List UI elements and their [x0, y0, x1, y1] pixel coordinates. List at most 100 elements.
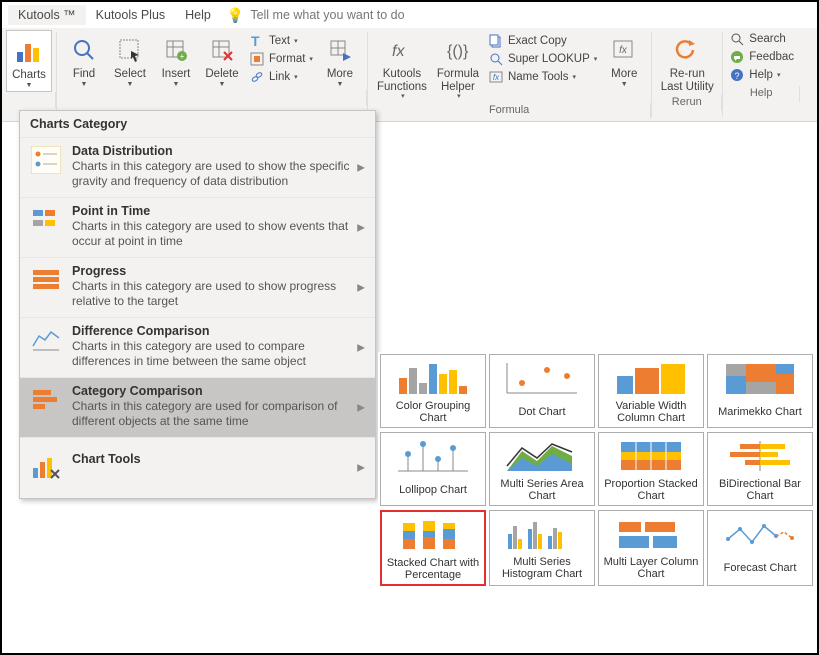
- panel-header: Charts Category: [20, 111, 375, 137]
- thumb-icon: [599, 511, 703, 557]
- exact-copy-label: Exact Copy: [508, 35, 567, 47]
- super-lookup-button[interactable]: Super LOOKUP ▾: [486, 50, 599, 68]
- chevron-right-icon: ▶: [357, 222, 365, 233]
- menu-kutools-plus[interactable]: Kutools Plus: [86, 5, 175, 25]
- progress-icon: [30, 264, 62, 296]
- help-button[interactable]: ?Help ▾: [727, 66, 796, 84]
- format-button[interactable]: Format ▾: [247, 50, 315, 68]
- chart-label: Marimekko Chart: [716, 401, 804, 427]
- group-editing: Find▼ Select▼ + Insert▼ Delete▼ TText ▾ …: [57, 28, 367, 121]
- fx-box-icon: fx: [608, 34, 640, 66]
- group-rerun: Re-run Last Utility Rerun: [652, 28, 722, 121]
- delete-button[interactable]: Delete▼: [199, 30, 245, 90]
- rerun-label: Re-run Last Utility: [661, 68, 714, 93]
- thumb-icon: [490, 433, 594, 479]
- help-label: Help: [749, 69, 773, 81]
- thumb-icon: [708, 511, 812, 557]
- search-icon: [729, 31, 745, 47]
- menu-kutools[interactable]: Kutools ™: [8, 5, 86, 25]
- panel-item-desc: Charts in this category are used to comp…: [72, 339, 365, 369]
- chevron-right-icon: ▶: [357, 402, 365, 413]
- more1-button[interactable]: More▼: [317, 30, 363, 90]
- format-icon: [249, 51, 265, 67]
- svg-text:fx: fx: [392, 43, 405, 60]
- panel-item-title: Category Comparison: [72, 384, 365, 398]
- search-button[interactable]: Search: [727, 30, 796, 48]
- bulb-icon: 💡: [227, 7, 244, 24]
- feedback-button[interactable]: Feedbac: [727, 48, 796, 66]
- panel-item-difference-comparison[interactable]: Difference Comparison Charts in this cat…: [20, 317, 375, 377]
- svg-text:T: T: [251, 33, 260, 49]
- chart-label: Forecast Chart: [722, 557, 799, 583]
- chart-label: Variable Width Column Chart: [599, 401, 703, 427]
- select-button[interactable]: Select▼: [107, 30, 153, 90]
- chart-lollipop[interactable]: Lollipop Chart: [380, 432, 486, 506]
- panel-item-point-in-time[interactable]: Point in Time Charts in this category ar…: [20, 197, 375, 257]
- panel-item-category-comparison[interactable]: Category Comparison Charts in this categ…: [20, 377, 375, 437]
- select-icon: [114, 34, 146, 66]
- panel-item-title: Chart Tools: [72, 452, 365, 466]
- panel-item-chart-tools[interactable]: Chart Tools ▶: [20, 437, 375, 498]
- help-icon: ?: [729, 67, 745, 83]
- svg-text:fx: fx: [619, 45, 628, 56]
- more2-button[interactable]: fx More▼: [601, 30, 647, 90]
- group-formula: fx Kutools Functions ▾ {()} Formula Help…: [368, 28, 651, 121]
- menu-help[interactable]: Help: [175, 5, 221, 25]
- chart-label: Multi Series Histogram Chart: [490, 557, 594, 583]
- chart-stacked-percentage[interactable]: Stacked Chart with Percentage: [380, 510, 486, 586]
- exact-copy-button[interactable]: Exact Copy: [486, 32, 599, 50]
- chart-proportion-stacked[interactable]: Proportion Stacked Chart: [598, 432, 704, 506]
- panel-item-title: Data Distribution: [72, 144, 365, 158]
- text-button[interactable]: TText ▾: [247, 32, 315, 50]
- insert-icon: +: [160, 34, 192, 66]
- data-distribution-icon: [30, 144, 62, 176]
- text-icon: T: [249, 33, 265, 49]
- chart-forecast[interactable]: Forecast Chart: [707, 510, 813, 586]
- chart-multi-series-histogram[interactable]: Multi Series Histogram Chart: [489, 510, 595, 586]
- formula-helper-button[interactable]: {()} Formula Helper ▾: [432, 30, 484, 103]
- kutools-functions-button[interactable]: fx Kutools Functions ▾: [372, 30, 432, 103]
- chart-label: Dot Chart: [516, 401, 567, 427]
- tellme-input[interactable]: Tell me what you want to do: [250, 8, 404, 22]
- link-label: Link: [269, 71, 290, 83]
- panel-item-progress[interactable]: Progress Charts in this category are use…: [20, 257, 375, 317]
- search-label: Search: [749, 33, 785, 45]
- link-icon: [249, 69, 265, 85]
- super-lookup-label: Super LOOKUP: [508, 53, 590, 65]
- chart-marimekko[interactable]: Marimekko Chart: [707, 354, 813, 428]
- category-comparison-icon: [30, 384, 62, 416]
- chart-label: BiDirectional Bar Chart: [708, 479, 812, 505]
- group-charts: Charts▼: [2, 28, 56, 121]
- svg-text:{()}: {()}: [447, 43, 469, 60]
- link-button[interactable]: Link ▾: [247, 68, 315, 86]
- panel-item-title: Point in Time: [72, 204, 365, 218]
- more1-label: More: [327, 68, 353, 81]
- chart-gallery: Color Grouping Chart Dot Chart Variable …: [378, 352, 814, 588]
- formula-helper-label: Formula Helper: [437, 68, 479, 93]
- chart-color-grouping[interactable]: Color Grouping Chart: [380, 354, 486, 428]
- thumb-icon: [599, 355, 703, 401]
- find-icon: [68, 34, 100, 66]
- chart-multi-series-area[interactable]: Multi Series Area Chart: [489, 432, 595, 506]
- delete-label: Delete: [205, 68, 238, 81]
- find-button[interactable]: Find▼: [61, 30, 107, 90]
- chevron-down-icon: ▼: [12, 82, 46, 90]
- kt-functions-label: Kutools Functions: [377, 68, 427, 93]
- chart-variable-width[interactable]: Variable Width Column Chart: [598, 354, 704, 428]
- insert-button[interactable]: + Insert▼: [153, 30, 199, 90]
- name-tools-button[interactable]: fxName Tools ▾: [486, 68, 599, 86]
- charts-icon: [13, 35, 45, 67]
- chart-label: Multi Layer Column Chart: [599, 557, 703, 583]
- thumb-icon: [599, 433, 703, 479]
- chart-dot[interactable]: Dot Chart: [489, 354, 595, 428]
- format-label: Format: [269, 53, 305, 65]
- thumb-icon: [381, 355, 485, 401]
- thumb-icon: [490, 511, 594, 557]
- chart-multi-layer-column[interactable]: Multi Layer Column Chart: [598, 510, 704, 586]
- rerun-button[interactable]: Re-run Last Utility: [656, 30, 718, 95]
- charts-button[interactable]: Charts▼: [6, 30, 52, 92]
- panel-item-data-distribution[interactable]: Data Distribution Charts in this categor…: [20, 137, 375, 197]
- copy-icon: [488, 33, 504, 49]
- chart-bidirectional-bar[interactable]: BiDirectional Bar Chart: [707, 432, 813, 506]
- name-tools-label: Name Tools: [508, 71, 569, 83]
